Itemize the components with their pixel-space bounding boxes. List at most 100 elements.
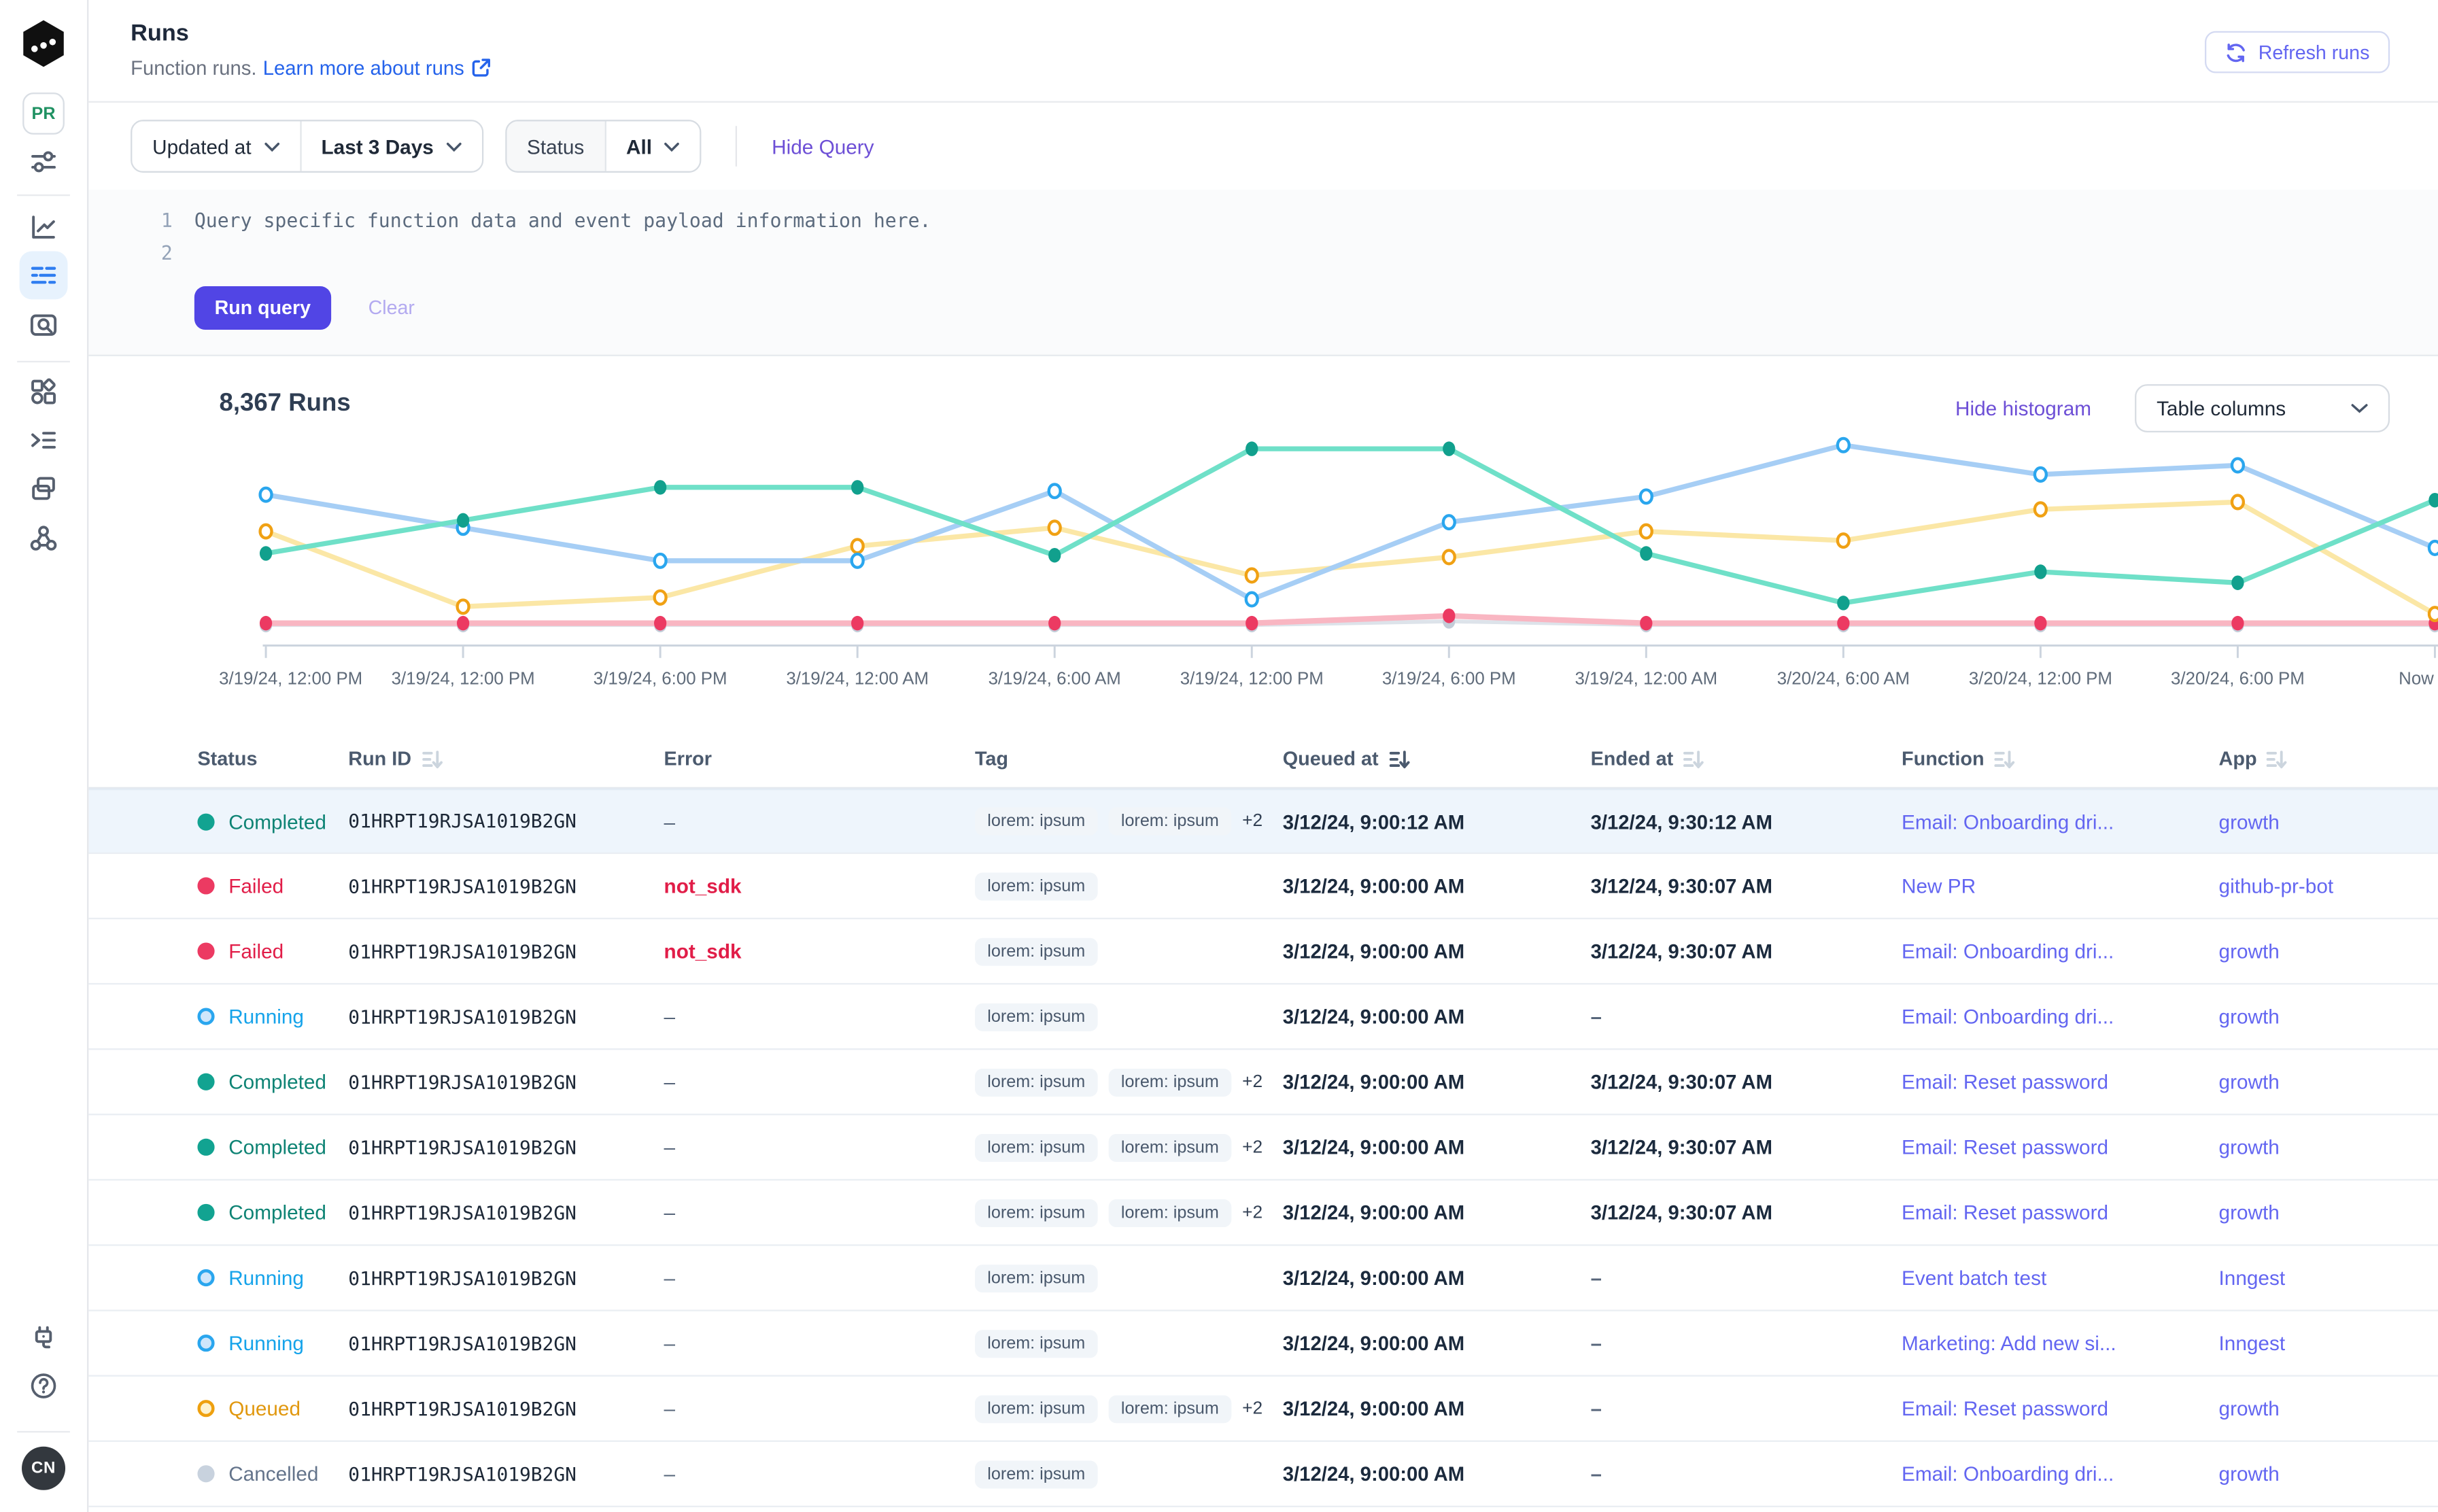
column-header-queued-at[interactable]: Queued at: [1283, 748, 1591, 770]
function-link[interactable]: Email: Onboarding dri...: [1902, 1005, 2219, 1028]
error-cell: not_sdk: [664, 940, 975, 963]
tag-pill: lorem: ipsum: [1109, 1068, 1232, 1096]
learn-more-link[interactable]: Learn more about runs: [263, 56, 491, 79]
svg-text:3/20/24, 6:00 PM: 3/20/24, 6:00 PM: [2171, 670, 2305, 689]
function-link[interactable]: Email: Reset password: [1902, 1070, 2219, 1093]
error-cell: –: [664, 1070, 975, 1093]
table-row[interactable]: Running01HRPT19RJSA1019B2GN–lorem: ipsum…: [88, 984, 2438, 1050]
error-cell: –: [664, 1462, 975, 1485]
functions-windows-icon[interactable]: [28, 473, 59, 504]
runs-count: 8,367 Runs: [219, 390, 350, 418]
integrations-plug-icon[interactable]: [28, 1324, 59, 1355]
table-row[interactable]: Running01HRPT19RJSA1019B2GN–lorem: ipsum…: [88, 1311, 2438, 1377]
function-cell: Email: Reset password: [1902, 1135, 2219, 1158]
tag-cell: lorem: ipsum: [975, 1003, 1283, 1031]
tag-pill: lorem: ipsum: [975, 937, 1098, 965]
query-placeholder-text: Query specific function data and event p…: [194, 205, 931, 238]
app-cell: growth: [2219, 1462, 2438, 1485]
runs-list-item[interactable]: [20, 251, 68, 299]
table-row[interactable]: Completed01HRPT19RJSA1019B2GN–lorem: ips…: [88, 1181, 2438, 1246]
status-cell: Completed: [197, 1070, 348, 1093]
sort-field-dropdown[interactable]: Updated at: [132, 121, 299, 171]
time-filter-group: Updated at Last 3 Days: [131, 120, 483, 173]
function-link[interactable]: Email: Onboarding dri...: [1902, 1462, 2219, 1485]
app-link[interactable]: growth: [2219, 1135, 2438, 1158]
avatar-initials: CN: [22, 1447, 65, 1490]
tag-cell: lorem: ipsumlorem: ipsum+2: [975, 807, 1283, 835]
table-row[interactable]: Completed01HRPT19RJSA1019B2GN–lorem: ips…: [88, 1115, 2438, 1180]
svg-text:3/19/24, 12:00 AM: 3/19/24, 12:00 AM: [786, 670, 929, 689]
table-columns-dropdown[interactable]: Table columns: [2135, 384, 2390, 432]
function-link[interactable]: Email: Reset password: [1902, 1397, 2219, 1420]
status-filter-dropdown[interactable]: All: [604, 121, 700, 171]
tag-cell: lorem: ipsumlorem: ipsum+2: [975, 1199, 1283, 1226]
app-link[interactable]: growth: [2219, 1397, 2438, 1420]
app-link[interactable]: growth: [2219, 1005, 2438, 1028]
column-header-app[interactable]: App: [2219, 748, 2438, 770]
table-row[interactable]: Failed01HRPT19RJSA1019B2GNnot_sdklorem: …: [88, 854, 2438, 919]
sort-icon: [2266, 749, 2288, 770]
function-cell: Email: Onboarding dri...: [1902, 940, 2219, 963]
inngest-logo-icon[interactable]: [20, 18, 67, 68]
function-link[interactable]: Email: Reset password: [1902, 1135, 2219, 1158]
app-link[interactable]: Inngest: [2219, 1266, 2438, 1289]
table-row[interactable]: Failed01HRPT19RJSA1019B2GNnot_sdklorem: …: [88, 919, 2438, 984]
status-dot-icon: [197, 942, 214, 959]
table-row[interactable]: Queued01HRPT19RJSA1019B2GN–lorem: ipsuml…: [88, 1377, 2438, 1442]
status-cell: Running: [197, 1266, 348, 1289]
run-id-cell: 01HRPT19RJSA1019B2GN: [348, 1006, 664, 1027]
user-avatar[interactable]: CN: [22, 1447, 65, 1490]
workspace-badge[interactable]: PR: [22, 92, 65, 135]
app-link[interactable]: growth: [2219, 810, 2438, 833]
help-icon[interactable]: [28, 1371, 59, 1402]
run-id-cell: 01HRPT19RJSA1019B2GN: [348, 1398, 664, 1420]
tag-pill: lorem: ipsum: [1109, 1199, 1232, 1226]
function-link[interactable]: Email: Reset password: [1902, 1201, 2219, 1224]
status-filter-label: Status: [507, 121, 604, 171]
webhooks-nodes-icon[interactable]: [28, 523, 59, 554]
column-header-ended-at[interactable]: Ended at: [1591, 748, 1902, 770]
function-link[interactable]: Email: Onboarding dri...: [1902, 810, 2219, 833]
ended-at-cell: 3/12/24, 9:30:12 AM: [1591, 810, 1902, 833]
events-terminal-icon[interactable]: [28, 425, 59, 456]
external-link-icon: [470, 58, 491, 78]
app-link[interactable]: growth: [2219, 1070, 2438, 1093]
function-link[interactable]: New PR: [1902, 874, 2219, 897]
query-editor[interactable]: 1 Query specific function data and event…: [88, 190, 2438, 356]
metrics-chart-icon[interactable]: [28, 211, 59, 243]
search-window-icon[interactable]: [28, 309, 59, 341]
refresh-runs-button[interactable]: Refresh runs: [2205, 31, 2390, 73]
function-link[interactable]: Email: Onboarding dri...: [1902, 940, 2219, 963]
function-link[interactable]: Event batch test: [1902, 1266, 2219, 1289]
function-cell: Marketing: Add new si...: [1902, 1331, 2219, 1354]
column-header-function[interactable]: Function: [1902, 748, 2219, 770]
table-row[interactable]: Completed01HRPT19RJSA1019B2GN–lorem: ips…: [88, 1050, 2438, 1115]
hide-histogram-link[interactable]: Hide histogram: [1955, 396, 2091, 419]
table-row[interactable]: Completed01HRPT19RJSA1019B2GN–lorem: ips…: [88, 789, 2438, 854]
filter-bar: Updated at Last 3 Days Status All Hide Q…: [88, 103, 2438, 190]
table-row[interactable]: Cancelled01HRPT19RJSA1019B2GN–lorem: ips…: [88, 1442, 2438, 1507]
queued-at-cell: 3/12/24, 9:00:00 AM: [1283, 1462, 1591, 1485]
app-link[interactable]: Inngest: [2219, 1331, 2438, 1354]
run-query-button[interactable]: Run query: [194, 286, 331, 330]
tag-more-count: +2: [1242, 1138, 1263, 1156]
app-link[interactable]: growth: [2219, 940, 2438, 963]
app-link[interactable]: growth: [2219, 1201, 2438, 1224]
app-link[interactable]: growth: [2219, 1462, 2438, 1485]
hide-query-link[interactable]: Hide Query: [772, 135, 874, 158]
clear-query-button[interactable]: Clear: [368, 297, 415, 319]
time-range-dropdown[interactable]: Last 3 Days: [299, 121, 481, 171]
app-cell: growth: [2219, 1070, 2438, 1093]
function-link[interactable]: Marketing: Add new si...: [1902, 1331, 2219, 1354]
svg-text:3/20/24, 12:00 PM: 3/20/24, 12:00 PM: [1969, 670, 2112, 689]
tag-pill: lorem: ipsum: [1109, 1133, 1232, 1161]
app-link[interactable]: github-pr-bot: [2219, 874, 2438, 897]
tag-pill: lorem: ipsum: [1109, 807, 1232, 835]
run-id-cell: 01HRPT19RJSA1019B2GN: [348, 875, 664, 897]
function-cell: Event batch test: [1902, 1266, 2219, 1289]
table-row[interactable]: Running01HRPT19RJSA1019B2GN–lorem: ipsum…: [88, 1246, 2438, 1311]
column-header-run-id[interactable]: Run ID: [348, 748, 664, 770]
apps-grid-icon[interactable]: [28, 377, 59, 408]
filters-sliders-icon[interactable]: [28, 146, 59, 177]
queued-at-cell: 3/12/24, 9:00:00 AM: [1283, 1266, 1591, 1289]
